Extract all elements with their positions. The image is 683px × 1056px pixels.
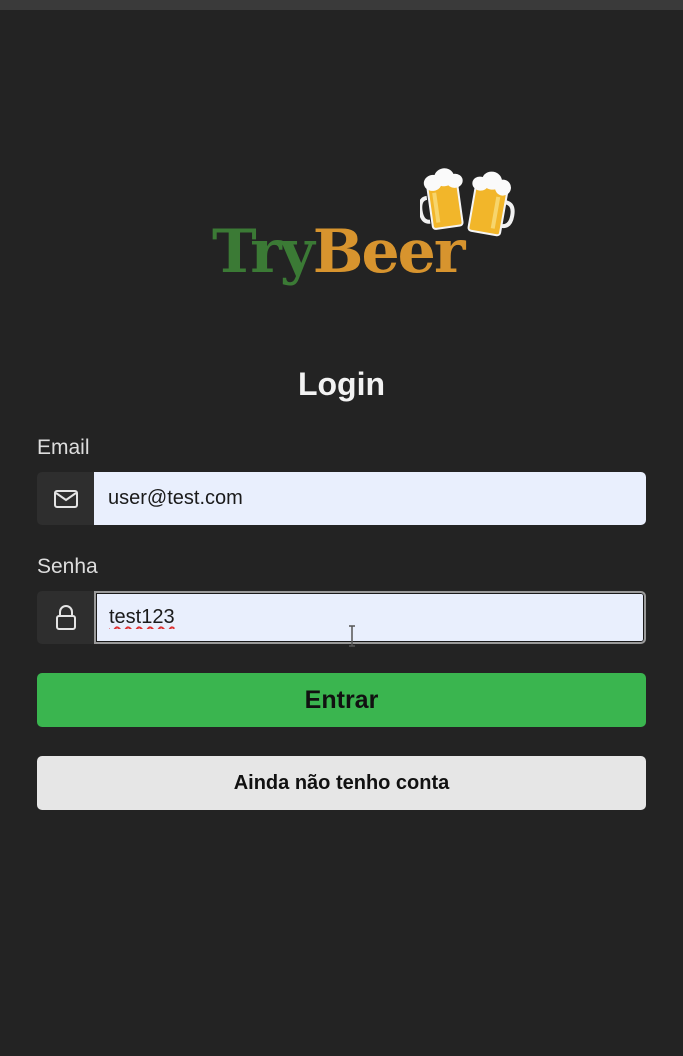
- password-input[interactable]: [94, 591, 646, 644]
- email-input[interactable]: [94, 472, 646, 525]
- page-title: Login: [297, 366, 386, 402]
- logo-text-try: Try: [212, 217, 315, 287]
- password-label: Senha: [37, 555, 98, 578]
- login-button[interactable]: Entrar: [37, 673, 646, 727]
- top-bar: [0, 0, 683, 10]
- register-button[interactable]: Ainda não tenho conta: [37, 756, 646, 810]
- beer-mugs-icon: [420, 168, 515, 237]
- email-input-group: [37, 472, 646, 525]
- lock-icon: [37, 591, 94, 644]
- password-input-group: [37, 591, 646, 644]
- trybeer-logo: TryBeer: [212, 165, 522, 295]
- email-label: Email: [37, 436, 90, 459]
- text-cursor-icon: [349, 625, 355, 647]
- envelope-icon: [37, 472, 94, 525]
